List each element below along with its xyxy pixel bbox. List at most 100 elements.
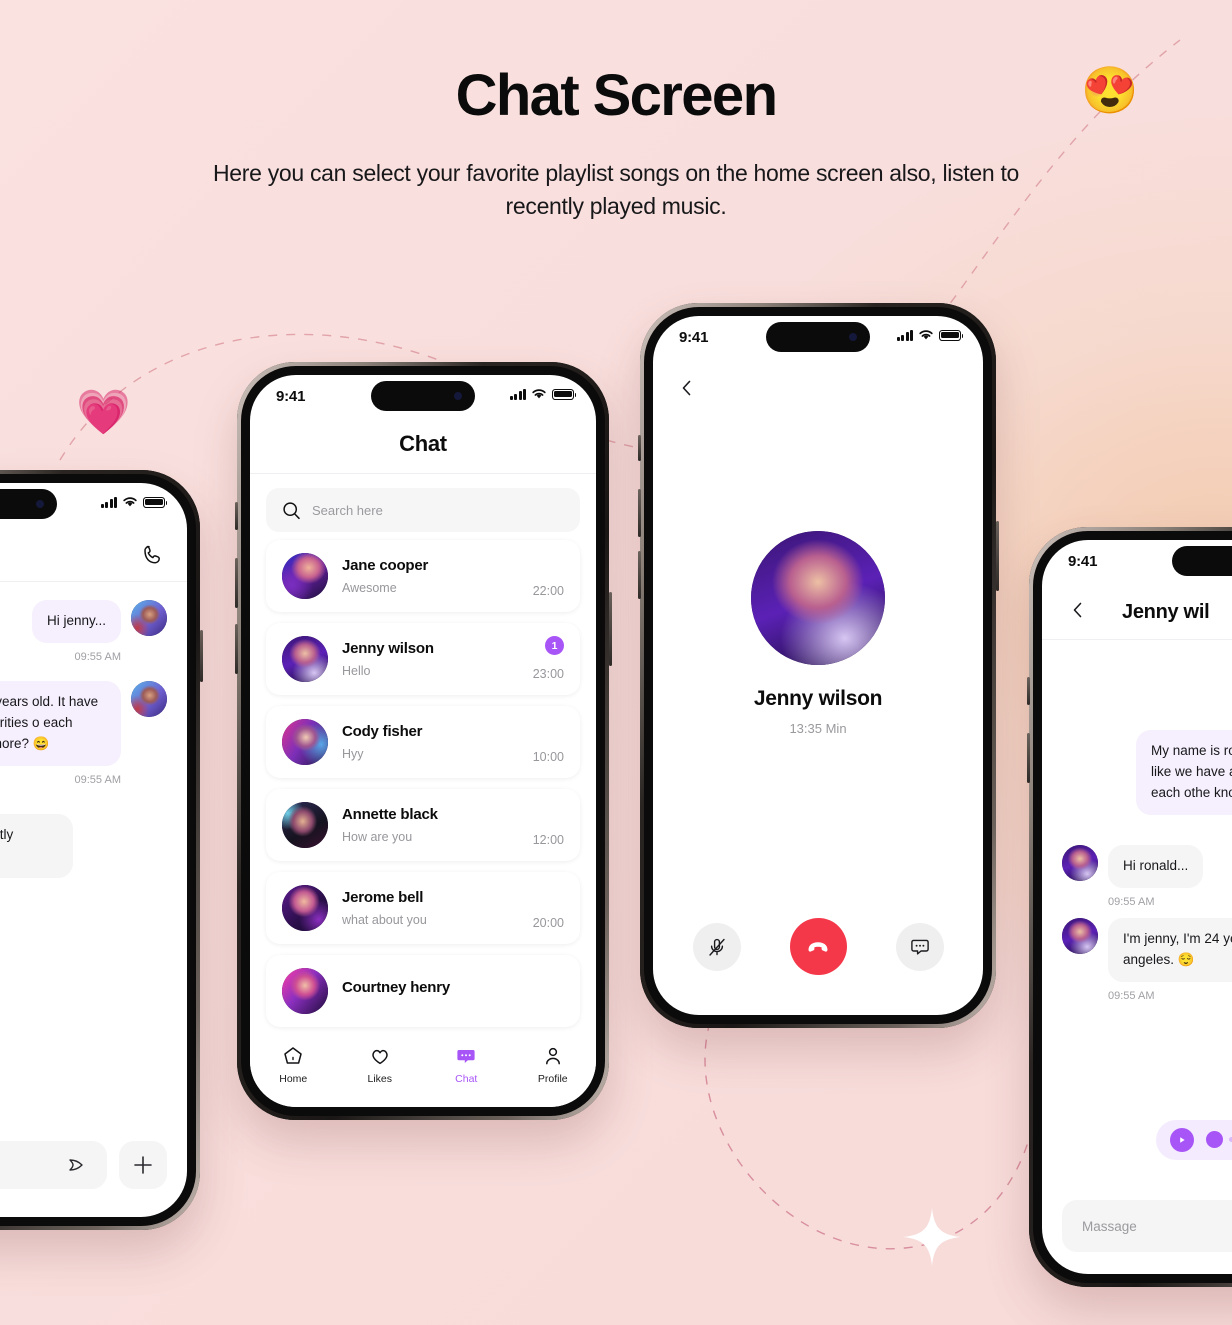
table-row[interactable]: Jane cooper Awesome 22:00 [266, 540, 580, 612]
status-bar: 9:41 [250, 375, 596, 419]
call-end-icon [808, 941, 828, 952]
tab-label: Chat [455, 1073, 478, 1085]
volume-up-button[interactable] [234, 558, 238, 608]
message-row: My name is ronald, I am 24 seems like we… [1062, 730, 1232, 815]
message-time: 09:55 AM [74, 650, 121, 663]
divider [250, 473, 596, 474]
attach-button[interactable] [119, 1141, 167, 1189]
tab-chat[interactable]: Chat [423, 1045, 510, 1085]
plus-icon [134, 1156, 152, 1174]
phone-right-chat: 9:41 Jenny wil My name is ronald, I am 2… [1026, 527, 1232, 1287]
conversation-list: Jane cooper Awesome 22:00 Jenny wilson H… [250, 540, 596, 1027]
bottom-tab-bar: Home Likes Chat Profile [250, 1035, 596, 1107]
table-row[interactable]: Jenny wilson Hello 1 23:00 [266, 623, 580, 695]
search-input[interactable]: Search here [266, 488, 580, 532]
table-row[interactable]: Cody fisher Hyy 10:00 [266, 706, 580, 778]
left-chat-screen: 9:41 ny wilson Hi jenny... [0, 483, 187, 1217]
avatar [282, 885, 328, 931]
message-time: 09:55 AM [1108, 895, 1155, 908]
dynamic-island [371, 381, 475, 411]
chat-messages: My name is ronald, I am 24 seems like we… [1042, 640, 1232, 1178]
avatar [282, 636, 328, 682]
message-time: 10:00 [532, 750, 564, 764]
mute-switch[interactable] [234, 502, 238, 530]
chat-input-bar [0, 1141, 187, 1189]
message-input[interactable]: Massage [1062, 1200, 1232, 1252]
message-row: m 24 years old. I currently ngeles. 😌 [0, 813, 167, 878]
volume-down-button[interactable] [637, 551, 641, 599]
table-row[interactable]: Courtney henry [266, 955, 580, 1027]
call-screen: 9:41 Jenny wilson 13:35 Min [653, 316, 983, 1015]
chevron-left-icon [1073, 602, 1082, 618]
volume-up-button[interactable] [637, 489, 641, 537]
chat-contact-name: Jenny wil [1122, 601, 1210, 623]
last-message: How are you [342, 830, 413, 844]
phone-call-icon[interactable] [141, 543, 165, 567]
last-message: Hello [342, 664, 371, 678]
cellular-signal-icon [509, 388, 526, 400]
end-call-button[interactable] [789, 918, 847, 975]
slider-handle[interactable] [1206, 1131, 1223, 1149]
message-button[interactable] [895, 922, 944, 971]
mute-button[interactable] [692, 922, 741, 971]
avatar [1062, 844, 1098, 881]
cellular-signal-icon [896, 329, 913, 341]
table-row[interactable]: Annette black How are you 12:00 [266, 789, 580, 861]
message-input[interactable] [0, 1141, 107, 1189]
status-badge: 1 [545, 636, 564, 655]
status-bar: 9:41 [653, 316, 983, 360]
tab-likes[interactable]: Likes [337, 1045, 424, 1085]
tab-home[interactable]: Home [250, 1045, 337, 1085]
power-button[interactable] [995, 521, 999, 591]
avatar [131, 600, 167, 636]
chat-list-screen: 9:41 Chat Search here Jane cooper Awesom… [250, 375, 596, 1107]
avatar [282, 802, 328, 848]
hearts-emoji: 💗 [76, 388, 131, 437]
message-time: 20:00 [532, 916, 564, 930]
back-button[interactable] [1068, 600, 1088, 625]
avatar [282, 553, 328, 599]
headline-block: Chat Screen Here you can select your fav… [0, 62, 1232, 224]
status-bar: 9:41 [1042, 540, 1232, 584]
volume-down-button[interactable] [234, 624, 238, 674]
chat-header: Jenny wil [1042, 584, 1232, 639]
right-chat-screen: 9:41 Jenny wil My name is ronald, I am 2… [1042, 540, 1232, 1274]
last-message: Hyy [342, 747, 364, 761]
play-icon[interactable] [1170, 1127, 1194, 1152]
tab-label: Likes [367, 1073, 392, 1085]
message-row: ald, I am 24 years old. It have a lot of… [0, 680, 167, 766]
status-bar: 9:41 [0, 483, 187, 527]
contact-name: Cody fisher [342, 723, 423, 740]
avatar [1062, 917, 1098, 954]
wifi-icon [123, 497, 137, 507]
cellular-signal-icon [100, 496, 117, 508]
chat-icon [457, 1050, 475, 1063]
mute-switch[interactable] [637, 435, 641, 461]
message-row: Hi ronald... [1062, 844, 1232, 888]
search-icon [283, 501, 300, 519]
chat-messages: Hi jenny... 09:55 AM ald, I am 24 years … [0, 582, 187, 896]
back-button[interactable] [653, 360, 983, 403]
send-icon[interactable] [65, 1153, 89, 1177]
message-bubble: Hi jenny... [31, 600, 121, 643]
battery-icon [143, 496, 168, 508]
caller-avatar [751, 531, 885, 665]
volume-up-button[interactable] [1026, 733, 1030, 783]
avatar [131, 680, 167, 717]
contact-name: Jane cooper [342, 557, 429, 574]
voice-message-player[interactable] [1156, 1119, 1232, 1160]
tab-profile[interactable]: Profile [510, 1045, 597, 1085]
sparkle-icon [903, 1208, 961, 1266]
message-bubble: I'm jenny, I'm 24 year live in los angel… [1108, 917, 1232, 982]
message-time: 09:55 AM [1108, 989, 1155, 1002]
wifi-icon [532, 389, 546, 399]
power-button[interactable] [608, 592, 612, 666]
chat-bubble-icon [910, 939, 929, 955]
power-button[interactable] [199, 630, 203, 682]
search-placeholder: Search here [312, 502, 383, 518]
mic-off-icon [708, 938, 725, 956]
phone-chat-list: 9:41 Chat Search here Jane cooper Awesom… [234, 362, 612, 1120]
last-message: Awesome [342, 581, 397, 595]
mute-switch[interactable] [1026, 677, 1030, 705]
table-row[interactable]: Jerome bell what about you 20:00 [266, 872, 580, 944]
